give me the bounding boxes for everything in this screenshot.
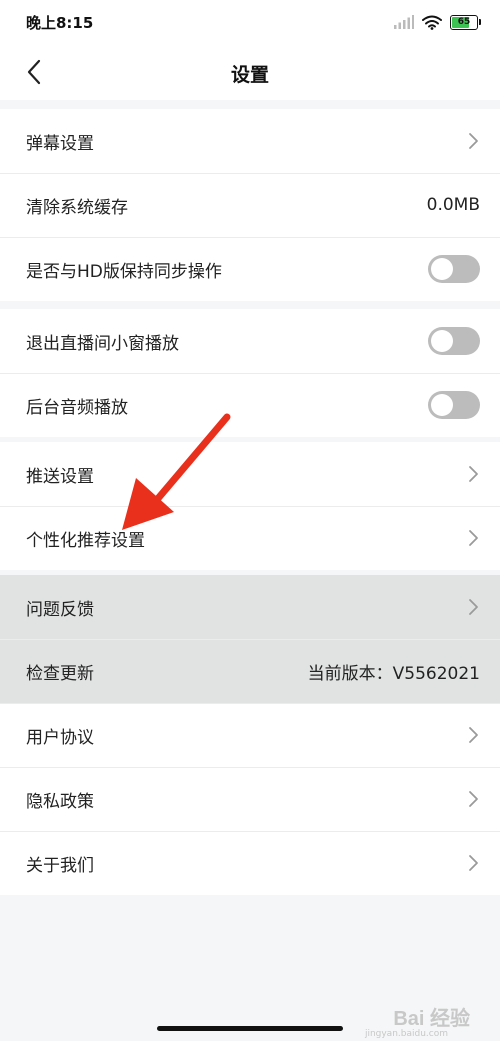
settings-row-label: 隐私政策 <box>26 791 94 812</box>
settings-row[interactable]: 是否与HD版保持同步操作 <box>0 237 500 301</box>
settings-group-1: 弹幕设置清除系统缓存 0.0MB 是否与HD版保持同步操作 <box>0 109 500 301</box>
toggle-switch[interactable] <box>428 327 480 355</box>
battery-level: 65 <box>457 17 471 27</box>
toggle-switch[interactable] <box>428 391 480 419</box>
settings-row-label: 个性化推荐设置 <box>26 530 145 551</box>
watermark-logo: Bai 经验 <box>393 1008 470 1030</box>
page-title: 设置 <box>230 64 269 86</box>
settings-row[interactable]: 检查更新 当前版本：V5562021 <box>0 639 500 703</box>
settings-row-label: 后台音频播放 <box>26 397 128 418</box>
settings-group-2: 退出直播间小窗播放 后台音频播放 <box>0 309 500 437</box>
toggle-knob <box>431 394 453 416</box>
settings-row-label: 是否与HD版保持同步操作 <box>26 261 222 282</box>
wifi-icon <box>422 15 442 30</box>
settings-row-label: 清除系统缓存 <box>26 197 128 218</box>
status-time: 晚上8:15 <box>26 14 94 32</box>
chevron-right-icon <box>468 726 480 744</box>
signal-icon <box>394 15 414 29</box>
nav-bar: 设置 <box>0 44 500 100</box>
settings-row-value: 0.0MB <box>426 195 480 215</box>
settings-row[interactable]: 用户协议 <box>0 703 500 767</box>
chevron-right-icon <box>468 854 480 872</box>
chevron-right-icon <box>468 598 480 616</box>
chevron-right-icon <box>468 790 480 808</box>
settings-row[interactable]: 清除系统缓存 0.0MB <box>0 173 500 237</box>
watermark-url: jingyan.baidu.com <box>364 1029 448 1039</box>
settings-row[interactable]: 个性化推荐设置 <box>0 506 500 570</box>
settings-row-label: 弹幕设置 <box>26 133 94 154</box>
settings-row-label: 推送设置 <box>26 466 94 487</box>
settings-row-label: 检查更新 <box>26 663 94 684</box>
home-indicator[interactable] <box>157 1026 343 1031</box>
settings-group-3: 推送设置个性化推荐设置 <box>0 442 500 570</box>
settings-row-label: 用户协议 <box>26 727 94 748</box>
settings-row[interactable]: 后台音频播放 <box>0 373 500 437</box>
chevron-right-icon <box>468 529 480 547</box>
settings-group-4: 问题反馈检查更新 当前版本：V5562021 用户协议隐私政策关于我们 <box>0 575 500 895</box>
settings-row[interactable]: 隐私政策 <box>0 767 500 831</box>
battery-icon: 65 <box>450 14 481 30</box>
settings-row[interactable]: 弹幕设置 <box>0 109 500 173</box>
toggle-knob <box>431 258 453 280</box>
settings-row[interactable]: 退出直播间小窗播放 <box>0 309 500 373</box>
toggle-switch[interactable] <box>428 255 480 283</box>
settings-row-label: 关于我们 <box>26 855 94 876</box>
chevron-right-icon <box>468 132 480 150</box>
status-icons: 65 <box>394 13 481 31</box>
settings-row-value: 当前版本：V5562021 <box>307 663 480 684</box>
settings-row[interactable]: 关于我们 <box>0 831 500 895</box>
toggle-knob <box>431 330 453 352</box>
settings-row[interactable]: 推送设置 <box>0 442 500 506</box>
status-bar: 晚上8:15 65 <box>0 0 500 44</box>
settings-row-label: 问题反馈 <box>26 599 94 620</box>
settings-row[interactable]: 问题反馈 <box>0 575 500 639</box>
chevron-right-icon <box>468 465 480 483</box>
settings-row-label: 退出直播间小窗播放 <box>26 333 179 354</box>
